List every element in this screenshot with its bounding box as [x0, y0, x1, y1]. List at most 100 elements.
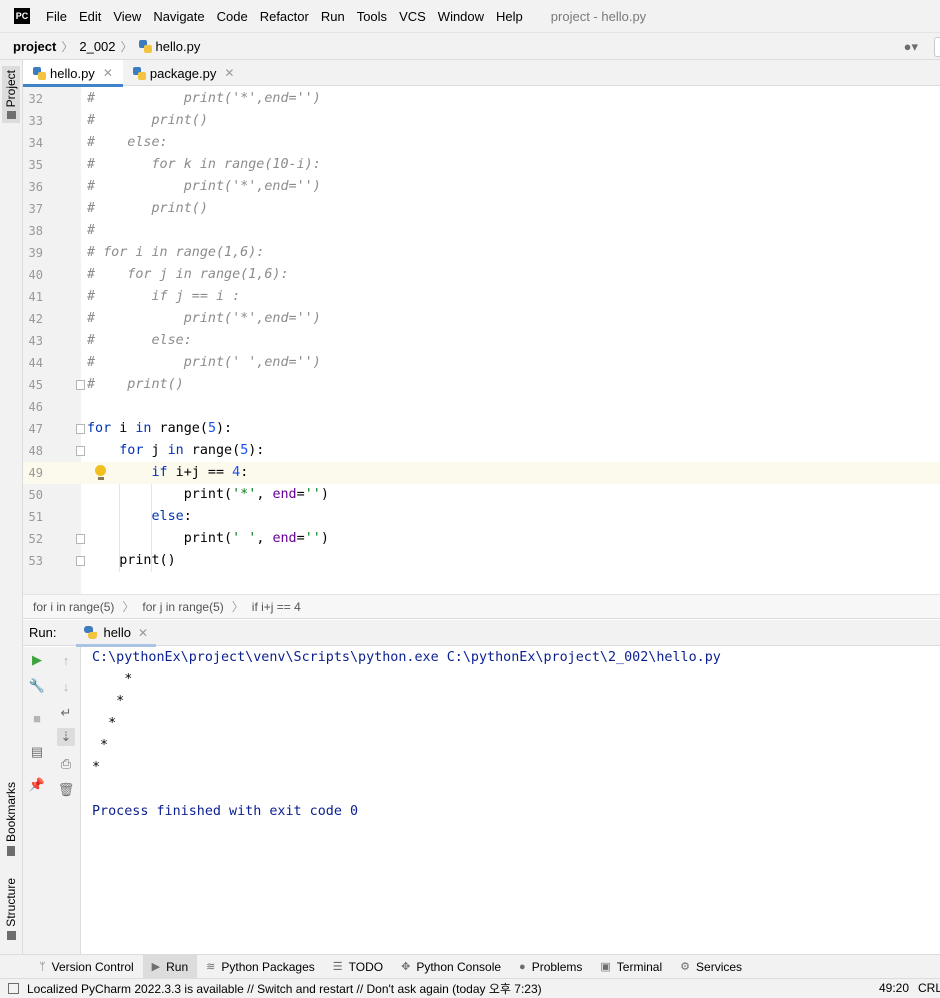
code-line[interactable]: 41 # if j == i : [23, 286, 940, 308]
caret-position[interactable]: 49:20 [879, 981, 909, 995]
line-number[interactable]: 50 [23, 484, 43, 506]
run-tab-hello[interactable]: hello ✕ [76, 620, 156, 647]
soft-wrap-icon[interactable]: ↵ [57, 704, 75, 722]
code-line[interactable]: 38 # [23, 220, 940, 242]
fold-marker-icon[interactable] [76, 424, 85, 434]
tool-tab-bookmarks[interactable]: Bookmarks [2, 782, 20, 857]
breadcrumb-file[interactable]: hello.py [156, 39, 201, 54]
tool-problems[interactable]: ● Problems [510, 955, 591, 979]
pin-icon[interactable]: 📌 [28, 776, 46, 794]
code-line[interactable]: 52 print(' ', end='') [23, 528, 940, 550]
code-line[interactable]: 46 [23, 396, 940, 418]
code-line[interactable]: 35 # for k in range(10-i): [23, 154, 940, 176]
print-icon[interactable]: ⎙ [57, 755, 75, 773]
close-icon[interactable]: ✕ [138, 626, 148, 640]
code-line[interactable]: 36 # print('*',end='') [23, 176, 940, 198]
close-icon[interactable]: ✕ [103, 66, 113, 80]
line-number[interactable]: 34 [23, 132, 43, 154]
user-icon[interactable]: ●▾ [904, 39, 918, 55]
menu-window[interactable]: Window [432, 9, 490, 24]
status-message[interactable]: Localized PyCharm 2022.3.3 is available … [27, 980, 542, 997]
editor-crumb-for-i[interactable]: for i in range(5) [33, 600, 114, 614]
line-number[interactable]: 51 [23, 506, 43, 528]
run-config-selector[interactable] [934, 37, 940, 57]
line-number[interactable]: 32 [23, 88, 43, 110]
menu-code[interactable]: Code [211, 9, 254, 24]
tool-python-packages[interactable]: ≋ Python Packages [197, 955, 324, 979]
menu-vcs[interactable]: VCS [393, 9, 432, 24]
breadcrumb-folder[interactable]: 2_002 [79, 39, 115, 54]
line-number[interactable]: 35 [23, 154, 43, 176]
line-number[interactable]: 46 [23, 396, 43, 418]
menu-edit[interactable]: Edit [73, 9, 107, 24]
line-ending[interactable]: CRL [918, 981, 940, 995]
line-number[interactable]: 42 [23, 308, 43, 330]
code-line[interactable]: 34 # else: [23, 132, 940, 154]
pycharm-logo-icon[interactable]: PC [14, 8, 30, 24]
menu-file[interactable]: File [40, 9, 73, 24]
line-number[interactable]: 37 [23, 198, 43, 220]
down-arrow-icon[interactable]: ↓ [57, 677, 75, 695]
line-number[interactable]: 36 [23, 176, 43, 198]
tool-tab-structure[interactable]: Structure [2, 878, 20, 940]
fold-marker-icon[interactable] [76, 380, 85, 390]
menu-tools[interactable]: Tools [351, 9, 393, 24]
code-line[interactable]: 44 # print(' ',end='') [23, 352, 940, 374]
fold-marker-icon[interactable] [76, 556, 85, 566]
editor-tab-hello[interactable]: hello.py ✕ [23, 60, 123, 87]
code-line[interactable]: 42 # print('*',end='') [23, 308, 940, 330]
up-arrow-icon[interactable]: ↑ [57, 651, 75, 669]
line-number[interactable]: 53 [23, 550, 43, 572]
line-number[interactable]: 41 [23, 286, 43, 308]
line-number[interactable]: 52 [23, 528, 43, 550]
code-line[interactable]: 33 # print() [23, 110, 940, 132]
menu-navigate[interactable]: Navigate [147, 9, 210, 24]
menu-view[interactable]: View [107, 9, 147, 24]
code-line[interactable]: 49 if i+j == 4: [23, 462, 940, 484]
code-line[interactable]: 53 print() [23, 550, 940, 572]
line-number[interactable]: 40 [23, 264, 43, 286]
line-number[interactable]: 43 [23, 330, 43, 352]
code-line[interactable]: 40 # for j in range(1,6): [23, 264, 940, 286]
line-number[interactable]: 39 [23, 242, 43, 264]
code-line[interactable]: 37 # print() [23, 198, 940, 220]
tool-version-control[interactable]: ᛘ Version Control [30, 955, 143, 979]
tool-run[interactable]: ▶ Run [142, 954, 198, 979]
line-number[interactable]: 33 [23, 110, 43, 132]
code-editor[interactable]: 32 # print('*',end='') 33 # print() 34 # else… [23, 87, 940, 594]
line-number[interactable]: 38 [23, 220, 43, 242]
scroll-to-end-icon[interactable]: ⇣ [57, 728, 75, 746]
editor-tab-package[interactable]: package.py ✕ [123, 60, 245, 86]
code-line[interactable]: 51 else: [23, 506, 940, 528]
menu-run[interactable]: Run [315, 9, 351, 24]
editor-crumb-if[interactable]: if i+j == 4 [252, 600, 301, 614]
intention-bulb-icon[interactable] [95, 465, 106, 480]
line-number[interactable]: 49 [23, 462, 43, 484]
code-line[interactable]: 47 for i in range(5): [23, 418, 940, 440]
fold-marker-icon[interactable] [76, 446, 85, 456]
code-line[interactable]: 43 # else: [23, 330, 940, 352]
code-line[interactable]: 32 # print('*',end='') [23, 88, 940, 110]
fold-marker-icon[interactable] [76, 534, 85, 544]
tool-todo[interactable]: ☰ TODO [324, 955, 392, 979]
menu-refactor[interactable]: Refactor [254, 9, 315, 24]
close-icon[interactable]: ✕ [224, 66, 234, 80]
breadcrumb-project[interactable]: project [13, 39, 56, 54]
editor-crumb-for-j[interactable]: for j in range(5) [142, 600, 223, 614]
menu-help[interactable]: Help [490, 9, 529, 24]
line-number[interactable]: 47 [23, 418, 43, 440]
layout-icon[interactable]: ▤ [28, 743, 46, 761]
trash-icon[interactable]: 🗑 [57, 781, 75, 799]
line-number[interactable]: 48 [23, 440, 43, 462]
tool-windows-toggle-icon[interactable] [8, 983, 19, 994]
code-line[interactable]: 50 print('*', end='') [23, 484, 940, 506]
wrench-icon[interactable]: 🔧 [28, 677, 46, 695]
tool-services[interactable]: ⚙ Services [671, 955, 751, 979]
tool-terminal[interactable]: ▣ Terminal [591, 955, 671, 979]
line-number[interactable]: 44 [23, 352, 43, 374]
run-console[interactable]: C:\pythonEx\project\venv\Scripts\python.… [82, 647, 940, 954]
stop-icon[interactable]: ■ [28, 709, 46, 727]
tool-tab-project[interactable]: Project [2, 66, 20, 124]
rerun-icon[interactable]: ▶ [28, 651, 46, 669]
code-line[interactable]: 39 # for i in range(1,6): [23, 242, 940, 264]
